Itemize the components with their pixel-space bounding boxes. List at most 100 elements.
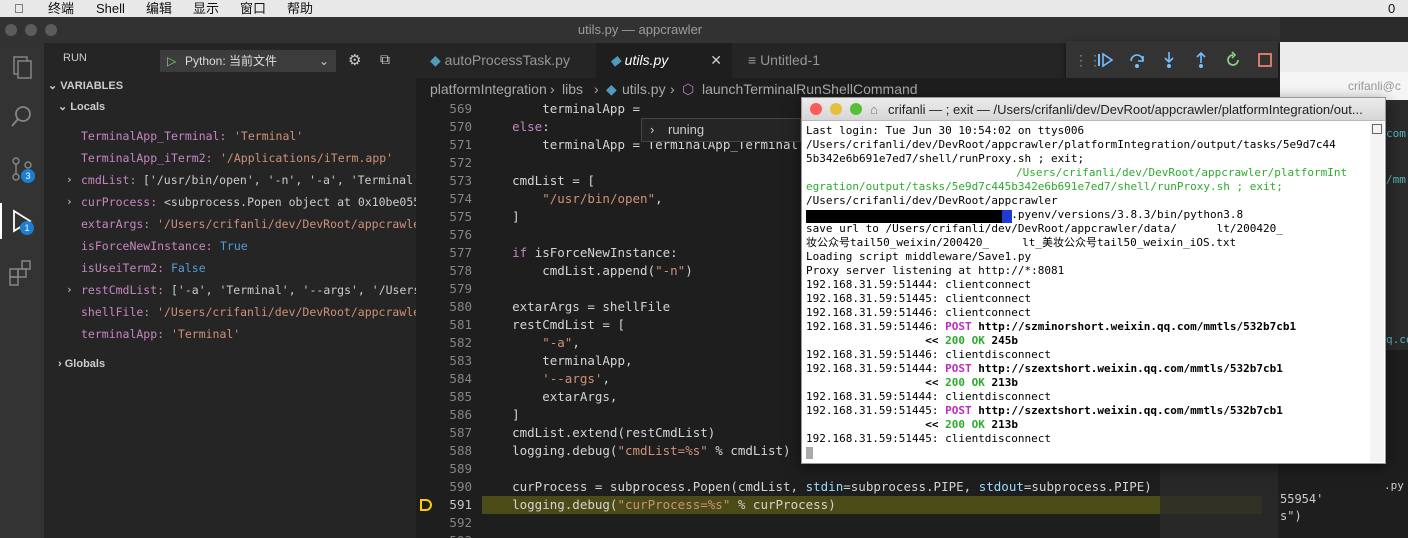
code-line: ] [482,209,520,224]
zoom-dot[interactable] [45,24,57,36]
breakpoint-arrow-icon[interactable] [420,499,432,511]
continue-icon[interactable] [1096,51,1114,69]
line-number: 574 [449,191,472,206]
redacted-block [806,210,1002,223]
breadcrumb-item[interactable]: platformIntegration [430,78,547,100]
minimize-dot[interactable] [830,103,842,115]
close-icon[interactable]: ✕ [710,43,722,78]
variable-row[interactable]: TerminalApp_Terminal: 'Terminal' [44,125,416,147]
variable-row[interactable]: isForceNewInstance: True [44,235,416,257]
globals-scope[interactable]: › Globals [58,358,105,370]
variable-name: extarArgs: [81,217,151,231]
sidebar-title: RUN [63,52,87,64]
run-debug-icon[interactable]: 1 [6,205,38,237]
variables-section[interactable]: ⌄ VARIABLES [48,79,123,92]
drag-handle-icon[interactable]: ⋮⋮ [1074,51,1102,69]
code-line: cmdList = [ [482,173,595,188]
extensions-icon[interactable] [6,257,38,289]
minimap[interactable] [1160,457,1278,538]
menu-edit[interactable]: 编辑 [146,0,172,17]
tab-untitled[interactable]: ≡ Untitled-1 [734,43,864,78]
variable-row[interactable]: shellFile: '/Users/crifanli/dev/DevRoot/a… [44,301,416,323]
line-number: 572 [449,155,472,170]
variable-row[interactable]: extarArgs: '/Users/crifanli/dev/DevRoot/a… [44,213,416,235]
variable-name: TerminalApp_iTerm2: [81,151,213,165]
variable-name: isForceNewInstance: [81,239,213,253]
zoom-dot[interactable] [850,103,862,115]
close-dot[interactable] [810,103,822,115]
menu-view[interactable]: 显示 [193,0,219,17]
debug-toolbar: ⋮⋮ [1066,41,1278,79]
variable-value: False [171,261,206,275]
chevron-right-icon: › [650,122,655,137]
scroll-marker-icon [1372,124,1382,134]
variable-value: True [220,239,248,253]
activity-bar: 3 1 [0,43,44,538]
locals-scope[interactable]: ⌄ Locals [58,100,105,113]
menu-help[interactable]: 帮助 [287,0,313,17]
minimize-dot[interactable] [25,24,37,36]
line-number: 570 [449,119,472,134]
search-icon[interactable] [6,101,38,133]
terminal-output[interactable]: Last login: Tue Jun 30 10:54:02 on ttys0… [806,124,1366,460]
step-out-icon[interactable] [1192,51,1210,69]
code-line: restCmdList = [ [482,317,625,332]
quick-input[interactable]: › runing [641,118,801,142]
tab-autoprocesstask[interactable]: ◆ autoProcessTask.py [416,43,594,78]
debug-badge: 1 [20,221,34,235]
terminal-line: 192.168.31.59:51444: clientconnect [806,278,1032,291]
terminal-scrollbar[interactable] [1370,122,1384,462]
variable-row[interactable]: › curProcess: <subprocess.Popen object at … [44,191,416,213]
variable-row[interactable]: isUseiTerm2: False [44,257,416,279]
chevron-right-icon[interactable]: › [66,169,73,191]
variable-row[interactable]: › restCmdList: ['-a', 'Terminal', '--args'… [44,279,416,301]
window-titlebar: utils.py — appcrawler [0,17,1280,43]
home-icon: ⌂ [870,102,878,117]
menu-shell[interactable]: Shell [96,0,125,17]
line-number: 573 [449,173,472,188]
variable-row[interactable]: TerminalApp_iTerm2: '/Applications/iTerm.… [44,147,416,169]
line-number: 589 [449,461,472,476]
stop-icon[interactable] [1256,51,1274,69]
line-number: 584 [449,371,472,386]
variable-row[interactable]: › cmdList: ['/usr/bin/open', '-n', '-a', '… [44,169,416,191]
bg-window-user: crifanli@c [1280,72,1408,100]
code-line: "-a", [542,335,580,350]
bg-snippet: com [1386,127,1406,140]
code-line: terminalApp, [482,353,633,368]
chevron-right-icon[interactable]: › [66,279,73,301]
bg-snippet: .py [1384,479,1404,492]
chevron-right-icon[interactable]: › [66,191,73,213]
close-dot[interactable] [5,24,17,36]
terminal-line: 192.168.31.59:51445: clientdisconnect [806,432,1052,445]
apple-icon[interactable]:  [14,0,24,17]
tab-utils[interactable]: ◆ utils.py ✕ [596,43,732,78]
breadcrumb-item[interactable]: libs [562,78,583,100]
explorer-icon[interactable] [6,51,38,83]
bg-snippet: /mm [1386,173,1406,186]
debug-console-icon[interactable]: ⧉ [380,51,390,68]
step-into-icon[interactable] [1160,51,1178,69]
launch-config-select[interactable]: ▷ Python: 当前文件 ⌄ [160,50,336,72]
gear-icon[interactable]: ⚙ [348,51,361,69]
line-number: 593 [422,532,472,538]
variable-value: '/Users/crifanli/dev/DevRoot/appcrawle..… [157,217,416,231]
terminal-line: << 200 OK 213b [925,418,1018,431]
variable-name: cmdList: [81,173,137,187]
source-control-icon[interactable]: 3 [6,153,38,185]
variable-row[interactable]: terminalApp: 'Terminal' [44,323,416,345]
restart-icon[interactable] [1224,51,1242,69]
code-line: curProcess = subprocess.Popen(cmdList, s… [482,479,1152,494]
bg-snippet: 55954' [1280,492,1324,506]
terminal-line: 192.168.31.59:51444: clientdisconnect [806,390,1052,403]
breadcrumb-item[interactable]: utils.py [622,78,666,100]
menu-window[interactable]: 窗口 [240,0,266,17]
start-debug-icon[interactable]: ▷ [167,51,176,71]
line-number: 578 [449,263,472,278]
mac-menubar:  终端 Shell 编辑 显示 窗口 帮助 0字 [0,0,1408,33]
variable-name: curProcess: [81,195,158,209]
code-line: cmdList.extend(restCmdList) [482,425,716,440]
step-over-icon[interactable] [1128,51,1146,69]
menu-terminal[interactable]: 终端 [48,0,74,17]
variable-name: terminalApp: [81,327,165,341]
